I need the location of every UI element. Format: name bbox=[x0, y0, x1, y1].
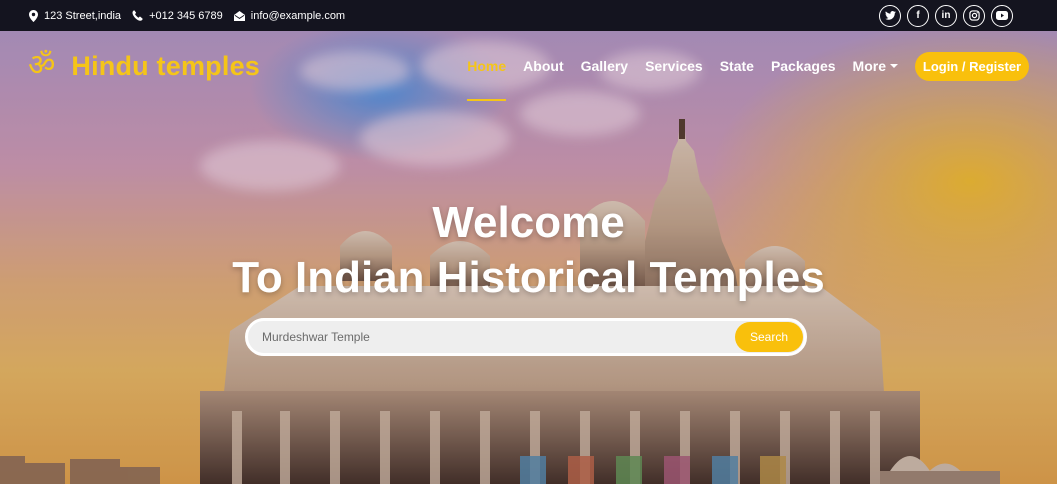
address-text: 123 Street,india bbox=[44, 9, 122, 22]
search-button[interactable]: Search bbox=[735, 322, 803, 352]
email-text: info@example.com bbox=[250, 9, 346, 22]
main-navbar: ॐ Hindu temples Home About Gallery Servi… bbox=[0, 31, 1057, 101]
search-bar: Search bbox=[245, 318, 807, 356]
nav-item-state[interactable]: State bbox=[720, 31, 754, 101]
linkedin-glyph: in bbox=[941, 10, 951, 21]
address-item: 123 Street,india bbox=[29, 9, 122, 22]
om-logo-icon: ॐ bbox=[28, 48, 56, 83]
nav-item-packages[interactable]: Packages bbox=[771, 31, 836, 101]
nav-item-home[interactable]: Home bbox=[467, 31, 506, 101]
nav-item-more-label: More bbox=[852, 58, 886, 74]
caret-down-icon bbox=[890, 64, 898, 68]
login-register-button[interactable]: Login / Register bbox=[915, 51, 1029, 81]
phone-text: +012 345 6789 bbox=[149, 9, 223, 22]
instagram-icon[interactable] bbox=[963, 4, 985, 27]
nav-menu: Home About Gallery Services State Packag… bbox=[450, 31, 1029, 101]
phone-item: +012 345 6789 bbox=[132, 10, 223, 22]
hero-title-line2: To Indian Historical Temples bbox=[232, 253, 825, 302]
map-marker-icon bbox=[29, 9, 38, 22]
facebook-glyph: f bbox=[916, 10, 920, 21]
search-input[interactable] bbox=[248, 321, 735, 353]
brand-logo[interactable]: ॐ Hindu temples bbox=[28, 51, 260, 82]
social-links: f in bbox=[873, 4, 1013, 27]
nav-item-services[interactable]: Services bbox=[645, 31, 703, 101]
linkedin-icon[interactable]: in bbox=[935, 4, 957, 27]
top-info-bar: 123 Street,india +012 345 6789 info@exam… bbox=[0, 0, 1057, 31]
twitter-icon[interactable] bbox=[879, 4, 901, 27]
facebook-icon[interactable]: f bbox=[907, 4, 929, 27]
hero-title-line1: Welcome bbox=[432, 198, 625, 247]
youtube-icon[interactable] bbox=[991, 4, 1013, 27]
nav-item-more-dropdown[interactable]: More bbox=[853, 31, 898, 101]
phone-icon bbox=[132, 10, 143, 21]
nav-item-gallery[interactable]: Gallery bbox=[581, 31, 628, 101]
brand-name: Hindu temples bbox=[71, 50, 260, 81]
email-item: info@example.com bbox=[233, 9, 346, 22]
envelope-icon bbox=[233, 10, 245, 21]
nav-item-about[interactable]: About bbox=[523, 31, 563, 101]
contact-info: 123 Street,india +012 345 6789 info@exam… bbox=[29, 9, 356, 22]
